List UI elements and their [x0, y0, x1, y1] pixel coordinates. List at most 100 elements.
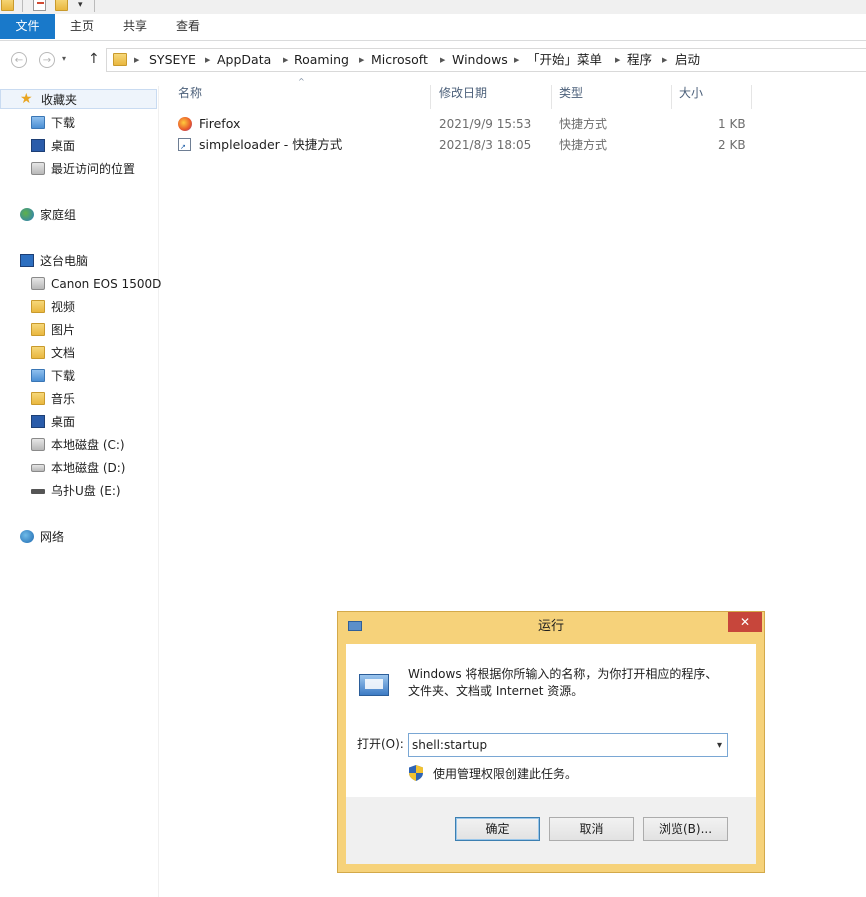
close-button[interactable]: ✕	[728, 612, 762, 632]
pictures-folder-icon	[31, 323, 45, 336]
file-name: Firefox	[199, 116, 241, 131]
open-combobox[interactable]: shell:startup ▾	[408, 733, 728, 757]
cancel-button[interactable]: 取消	[549, 817, 634, 841]
run-program-icon	[359, 674, 389, 696]
homegroup-icon	[20, 208, 34, 221]
tab-share[interactable]: 共享	[118, 14, 152, 39]
computer-icon	[20, 254, 34, 267]
network-icon	[20, 530, 34, 543]
breadcrumb-separator-icon[interactable]: ▶	[615, 49, 620, 71]
forward-button[interactable]: →	[39, 52, 55, 68]
file-type: 快捷方式	[559, 117, 608, 131]
breadcrumb-roaming[interactable]: Roaming	[294, 49, 349, 71]
desktop-icon	[31, 415, 45, 428]
dialog-footer: 确定 取消 浏览(B)...	[346, 797, 756, 864]
breadcrumb-separator-icon[interactable]: ▶	[514, 49, 519, 71]
recent-places-icon	[31, 162, 45, 175]
column-header-name[interactable]: 名称	[178, 83, 202, 103]
sidebar-item-label: 网络	[40, 530, 65, 544]
column-header-date[interactable]: 修改日期	[439, 83, 487, 103]
recent-locations-dropdown-icon[interactable]: ▾	[62, 54, 66, 63]
sidebar-item-label: Canon EOS 1500D	[51, 277, 162, 291]
sidebar-item-label: 乌扑U盘 (E:)	[51, 484, 121, 498]
file-size: 1 KB	[718, 117, 746, 131]
sidebar-item-label: 桌面	[51, 139, 76, 153]
tab-file[interactable]: 文件	[0, 14, 55, 39]
properties-icon[interactable]	[33, 0, 46, 11]
browse-button[interactable]: 浏览(B)...	[643, 817, 728, 841]
sidebar-item-label: 家庭组	[40, 208, 77, 222]
column-header-size[interactable]: 大小	[679, 83, 703, 103]
tab-view[interactable]: 查看	[171, 14, 205, 39]
breadcrumb-separator-icon[interactable]: ▶	[359, 49, 364, 71]
dialog-title: 运行	[537, 619, 564, 634]
dialog-description: Windows 将根据你所输入的名称，为你打开相应的程序、文件夹、文档或 Int…	[408, 667, 718, 698]
file-row[interactable]: ↗ simpleloader - 快捷方式 2021/8/3 18:05 快捷方…	[171, 135, 771, 155]
column-divider[interactable]	[430, 85, 431, 109]
download-folder-icon	[31, 369, 45, 382]
usb-drive-icon	[31, 489, 45, 494]
up-arrow-icon[interactable]: ↑	[88, 51, 100, 67]
breadcrumb-microsoft[interactable]: Microsoft	[371, 49, 428, 71]
column-divider[interactable]	[671, 85, 672, 109]
videos-folder-icon	[31, 300, 45, 313]
music-folder-icon	[31, 392, 45, 405]
breadcrumb-separator-icon[interactable]: ▶	[662, 49, 667, 71]
breadcrumb-appdata[interactable]: AppData	[217, 49, 271, 71]
ribbon-tabs: 文件 主页 共享 查看	[0, 14, 866, 41]
breadcrumb-separator-icon[interactable]: ▶	[134, 49, 139, 71]
open-input[interactable]: shell:startup	[412, 734, 487, 756]
breadcrumb-start-menu[interactable]: 「开始」菜单	[527, 49, 602, 71]
breadcrumb-separator-icon[interactable]: ▶	[283, 49, 288, 71]
navigation-bar: ← → ▾ ↑ ▶ SYSEYE ▶ AppData ▶ Roaming ▶ M…	[0, 44, 866, 74]
toolbar-divider	[22, 0, 23, 12]
navigation-pane: ★ 收藏夹 下载 桌面 最近访问的位置 家庭组 这台电脑 Canon EOS 1…	[0, 86, 162, 897]
breadcrumb-windows[interactable]: Windows	[452, 49, 508, 71]
sidebar-item-label: 桌面	[51, 415, 76, 429]
breadcrumb-programs[interactable]: 程序	[627, 49, 652, 71]
sidebar-item-label: 最近访问的位置	[51, 162, 136, 176]
breadcrumb-separator-icon[interactable]: ▶	[440, 49, 445, 71]
admin-note: 使用管理权限创建此任务。	[433, 767, 578, 781]
sidebar-item-label: 图片	[51, 323, 76, 337]
documents-folder-icon	[31, 346, 45, 359]
dialog-titlebar[interactable]: 运行 ✕	[338, 612, 764, 642]
column-header-type[interactable]: 类型	[559, 83, 583, 103]
customize-toolbar-dropdown-icon[interactable]: ▾	[78, 0, 83, 10]
breadcrumb-separator-icon[interactable]: ▶	[205, 49, 210, 71]
column-divider[interactable]	[551, 85, 552, 109]
new-folder-icon[interactable]	[55, 0, 68, 11]
folder-icon	[113, 53, 127, 66]
run-dialog: 运行 ✕ Windows 将根据你所输入的名称，为你打开相应的程序、文件夹、文档…	[337, 611, 765, 873]
sort-ascending-icon: ^	[298, 77, 305, 86]
file-size: 2 KB	[718, 138, 746, 152]
file-type: 快捷方式	[559, 138, 608, 152]
column-headers: ^ 名称 修改日期 类型 大小	[0, 77, 866, 113]
toolbar-divider	[94, 0, 95, 12]
drive-d-icon	[31, 464, 45, 472]
folder-icon[interactable]	[1, 0, 14, 11]
breadcrumb-syseye[interactable]: SYSEYE	[149, 49, 196, 71]
tab-home[interactable]: 主页	[65, 14, 99, 39]
breadcrumb-startup[interactable]: 启动	[675, 49, 700, 71]
desktop-icon	[31, 139, 45, 152]
sidebar-item-label: 下载	[51, 369, 76, 383]
camera-icon	[31, 277, 45, 290]
back-button[interactable]: ←	[11, 52, 27, 68]
file-row[interactable]: Firefox 2021/9/9 15:53 快捷方式 1 KB	[171, 114, 771, 134]
column-divider[interactable]	[751, 85, 752, 109]
file-name: simpleloader - 快捷方式	[199, 137, 343, 152]
ok-button[interactable]: 确定	[455, 817, 540, 841]
file-date: 2021/9/9 15:53	[439, 117, 532, 131]
shortcut-icon: ↗	[178, 138, 191, 151]
sidebar-item-label: 视频	[51, 300, 76, 314]
address-bar[interactable]: ▶ SYSEYE ▶ AppData ▶ Roaming ▶ Microsoft…	[106, 48, 866, 72]
quick-access-toolbar: ▾	[0, 0, 866, 14]
sidebar-item-label: 下载	[51, 116, 76, 130]
sidebar-item-label: 本地磁盘 (D:)	[51, 461, 126, 475]
sidebar-item-label: 文档	[51, 346, 76, 360]
chevron-down-icon[interactable]: ▾	[717, 735, 722, 757]
file-date: 2021/8/3 18:05	[439, 138, 532, 152]
sidebar-item-label: 音乐	[51, 392, 76, 406]
uac-shield-icon	[409, 765, 423, 781]
